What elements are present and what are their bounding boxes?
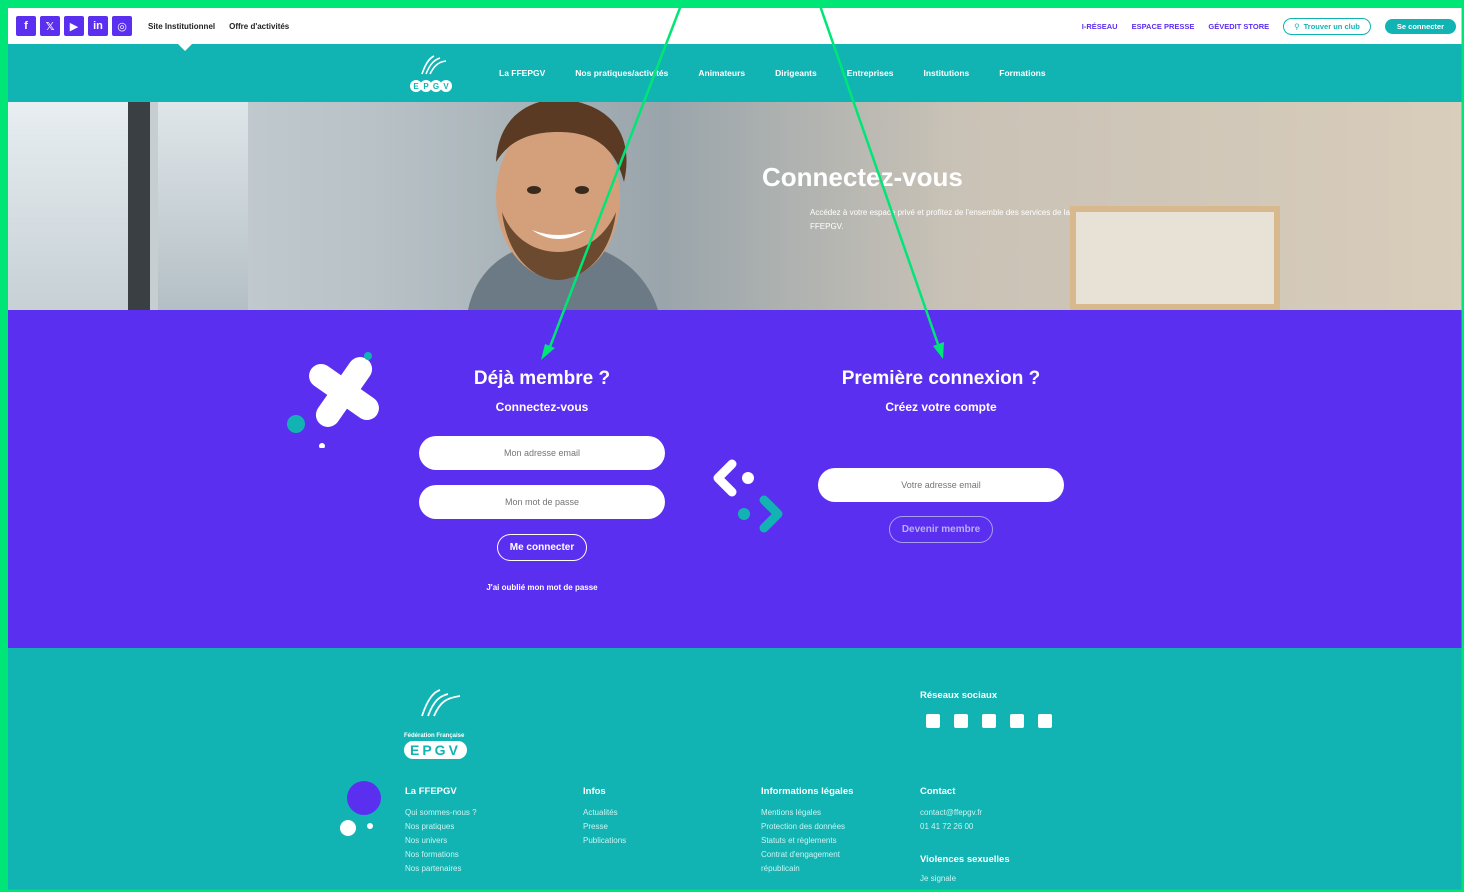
nav-item-formations[interactable]: Formations — [999, 68, 1045, 78]
footer-link[interactable]: Contrat d'engagement — [761, 848, 853, 862]
login-top-button[interactable]: Se connecter — [1384, 18, 1456, 34]
footer-col-title: Violences sexuelles — [920, 854, 1010, 865]
footer-social-links — [926, 714, 1052, 728]
nav-item-dirigeants[interactable]: Dirigeants — [775, 68, 817, 78]
find-club-button[interactable]: ⚲ Trouver un club — [1283, 17, 1371, 35]
footer-social-title: Réseaux sociaux — [920, 690, 997, 710]
footer-col-legal: Informations légales Mentions légales Pr… — [761, 786, 853, 876]
hero-title: Connectez-vous — [762, 162, 963, 192]
footer-link[interactable]: Mentions légales — [761, 806, 853, 820]
hero-portrait — [468, 102, 658, 310]
nav-item-institutions[interactable]: Institutions — [923, 68, 969, 78]
footer-col-title: Infos — [583, 786, 606, 797]
offre-activites-link[interactable]: Offre d'activités — [229, 22, 289, 31]
footer-col-infos: Infos Actualités Presse Publications — [583, 786, 626, 848]
svg-text:P: P — [423, 82, 429, 91]
new-email-input[interactable] — [818, 468, 1064, 502]
nav-item-pratiques[interactable]: Nos pratiques/activités — [575, 68, 668, 78]
x-twitter-icon[interactable]: 𝕏 — [40, 16, 60, 36]
footer-col-title: La FFEPGV — [405, 786, 457, 797]
footer-link[interactable]: Actualités — [583, 806, 626, 820]
x-twitter-icon[interactable] — [954, 714, 968, 728]
footer-link[interactable]: républicain — [761, 862, 853, 876]
hero-picture-frame — [1070, 206, 1280, 310]
svg-text:E: E — [413, 82, 419, 91]
become-member-button[interactable]: Devenir membre — [888, 516, 994, 543]
arrows-decorative-icon — [713, 459, 783, 533]
footer-link[interactable]: Qui sommes-nous ? — [405, 806, 477, 820]
footer-link[interactable]: Nos univers — [405, 834, 477, 848]
footer-link[interactable]: Nos formations — [405, 848, 477, 862]
email-input[interactable] — [419, 436, 665, 470]
footer-col-title: Contact — [920, 786, 956, 797]
top-utility-bar: f 𝕏 ▶ in ◎ Site Institutionnel Offre d'a… — [8, 8, 1464, 44]
espace-presse-link[interactable]: ESPACE PRESSE — [1132, 22, 1195, 31]
decorative-cross-icon — [287, 352, 379, 448]
footer-col-contact: Contact contact@ffepgv.fr 01 41 72 26 00… — [920, 786, 1010, 886]
footer-link[interactable]: Presse — [583, 820, 626, 834]
footer-link[interactable]: Statuts et règlements — [761, 834, 853, 848]
hero-subtitle: Accédez à votre espace privé et profitez… — [810, 208, 1070, 231]
find-club-label: Trouver un club — [1303, 21, 1360, 31]
top-social-links: f 𝕏 ▶ in ◎ — [16, 16, 132, 36]
contact-phone: 01 41 72 26 00 — [920, 822, 974, 831]
footer-link[interactable]: Publications — [583, 834, 626, 848]
new-account-title: Première connexion ? — [841, 368, 1041, 389]
facebook-icon[interactable]: f — [16, 16, 36, 36]
linkedin-icon[interactable] — [1010, 714, 1024, 728]
footer-decorative-dots — [340, 781, 381, 836]
site-footer: Fédération Française EPGV Réseaux sociau… — [8, 648, 1464, 892]
new-account-subtitle: Créez votre compte — [885, 400, 997, 414]
hero-window — [8, 102, 128, 310]
nav-item-ffepgv[interactable]: La FFEPGV — [499, 68, 545, 78]
footer-link[interactable]: Nos pratiques — [405, 820, 477, 834]
footer-col-ffepgv: La FFEPGV Qui sommes-nous ? Nos pratique… — [405, 786, 477, 876]
new-account-column: Première connexion ? Créez votre compte … — [818, 368, 1064, 543]
footer-logo[interactable]: Fédération Française EPGV — [404, 686, 494, 760]
nav-item-entreprises[interactable]: Entreprises — [847, 68, 894, 78]
youtube-icon[interactable]: ▶ — [64, 16, 84, 36]
footer-logo-caption: Fédération Française — [404, 733, 465, 739]
instagram-icon[interactable]: ◎ — [112, 16, 132, 36]
footer-logo-text: EPGV — [404, 741, 467, 759]
member-login-column: Déjà membre ? Connectez-vous Me connecte… — [419, 368, 665, 595]
nav-item-animateurs[interactable]: Animateurs — [698, 68, 745, 78]
member-subtitle: Connectez-vous — [495, 400, 589, 414]
nav-menu: La FFEPGV Nos pratiques/activités Animat… — [499, 68, 1046, 78]
contact-email-link[interactable]: contact@ffepgv.fr — [920, 806, 1010, 820]
instagram-icon[interactable] — [1038, 714, 1052, 728]
password-input[interactable] — [419, 485, 665, 519]
footer-link[interactable]: Nos partenaires — [405, 862, 477, 876]
top-right-links: I-RÉSEAU ESPACE PRESSE GÉVEDIT STORE ⚲ T… — [1082, 17, 1456, 35]
hero-window-frame — [128, 102, 150, 310]
login-section: Déjà membre ? Connectez-vous Me connecte… — [8, 310, 1464, 648]
gevedit-store-link[interactable]: GÉVEDIT STORE — [1208, 22, 1269, 31]
hero-window — [158, 102, 248, 310]
site-institutionnel-link[interactable]: Site Institutionnel — [148, 22, 215, 31]
report-link[interactable]: Je signale — [920, 872, 1010, 886]
facebook-icon[interactable] — [926, 714, 940, 728]
svg-text:V: V — [443, 82, 449, 91]
forgot-password-link[interactable]: J'ai oublié mon mot de passe — [486, 583, 597, 592]
linkedin-icon[interactable]: in — [88, 16, 108, 36]
youtube-icon[interactable] — [982, 714, 996, 728]
main-navigation: EPGV La FFEPGV Nos pratiques/activités A… — [8, 44, 1464, 102]
i-reseau-link[interactable]: I-RÉSEAU — [1082, 22, 1118, 31]
social-title: Réseaux sociaux — [920, 690, 998, 701]
top-site-switcher: Site Institutionnel Offre d'activités — [148, 22, 289, 31]
footer-col-title: Informations légales — [761, 786, 854, 797]
login-submit-button[interactable]: Me connecter — [496, 534, 588, 561]
svg-text:G: G — [433, 82, 439, 91]
location-pin-icon: ⚲ — [1294, 21, 1300, 31]
hero-banner: Connectez-vous Accédez à votre espace pr… — [8, 102, 1464, 310]
epgv-logo[interactable]: EPGV — [404, 52, 454, 96]
page-frame: f 𝕏 ▶ in ◎ Site Institutionnel Offre d'a… — [8, 8, 1464, 892]
member-title: Déjà membre ? — [473, 368, 611, 389]
footer-link[interactable]: Protection des données — [761, 820, 853, 834]
